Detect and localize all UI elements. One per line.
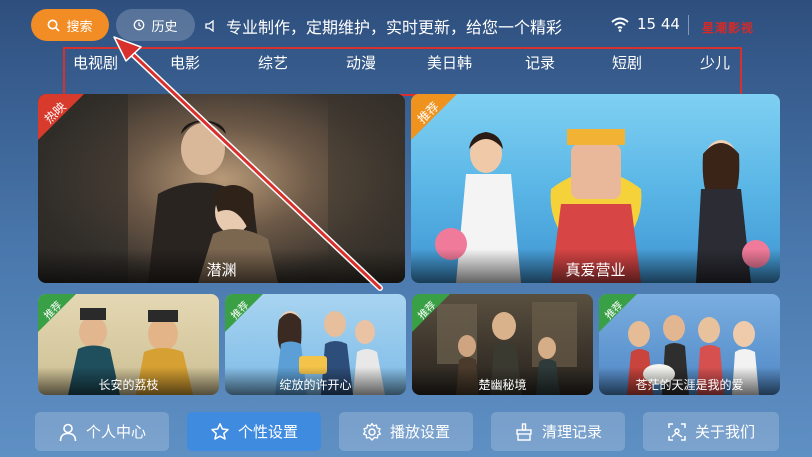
card-title: 真爱营业 [411,249,780,283]
recommend-badge: 推荐 [599,294,637,332]
recommend-card[interactable]: 推荐 楚幽秘境 [412,294,593,395]
speaker-icon [205,19,214,33]
star-icon [211,422,229,440]
clear-history-button[interactable]: 清理记录 [491,412,625,451]
nav-documentary[interactable]: 记录 [525,52,555,73]
clock-icon [134,19,145,31]
broom-icon [516,422,532,441]
badge-label: 推荐 [414,99,442,127]
nav-kids[interactable]: 少儿 [700,52,730,73]
gear-icon [362,422,382,441]
badge-label: 推荐 [42,299,65,322]
badge-label: 推荐 [603,299,626,322]
user-icon [59,423,77,441]
button-label: 个性设置 [237,423,298,441]
nav-tv[interactable]: 电视剧 [73,52,118,73]
clock-time: 15 44 [637,15,680,33]
divider [688,15,689,35]
recommend-card[interactable]: 推荐 绽放的许开心 [225,294,406,395]
featured-card[interactable]: 热映 潜渊 [38,94,405,283]
nav-variety[interactable]: 综艺 [258,52,288,73]
badge-label: 热映 [41,99,69,127]
nav-short-drama[interactable]: 短剧 [612,52,642,73]
nav-anime[interactable]: 动漫 [346,52,376,73]
personal-center-button[interactable]: 个人中心 [35,412,169,451]
nav-western-jp-kr[interactable]: 美日韩 [427,52,472,73]
recommend-card[interactable]: 推荐 长安的荔枝 [38,294,219,395]
brand-logo: 星潮影视 [702,21,755,35]
history-label: 历史 [151,19,178,35]
recommend-card[interactable]: 推荐 苍茫的天涯是我的爱 [599,294,780,395]
announcement-ticker: 专业制作，定期维护，实时更新，给您一个精彩 [204,14,600,38]
button-label: 播放设置 [389,423,450,441]
playback-settings-button[interactable]: 播放设置 [339,412,473,451]
card-title: 楚幽秘境 [412,367,593,395]
card-title: 长安的荔枝 [38,367,219,395]
featured-card[interactable]: 推荐 真爱营业 [411,94,780,283]
about-us-button[interactable]: 关于我们 [643,412,779,451]
card-title: 苍茫的天涯是我的爱 [599,367,780,395]
category-nav: 电视剧 电影 综艺 动漫 美日韩 记录 短剧 少儿 [70,52,738,78]
recommend-badge: 推荐 [225,294,263,332]
wifi-icon [611,17,629,32]
button-label: 清理记录 [541,423,602,441]
button-label: 关于我们 [694,423,755,441]
button-label: 个人中心 [85,423,146,441]
info-icon [668,422,686,441]
badge-label: 推荐 [416,299,439,322]
search-button[interactable]: 搜索 [31,9,109,41]
ticker-text: 专业制作，定期维护，实时更新，给您一个精彩 [226,18,563,37]
card-title: 潜渊 [38,249,405,283]
nav-movie[interactable]: 电影 [170,52,200,73]
search-icon [48,19,61,32]
card-title: 绽放的许开心 [225,367,406,395]
search-label: 搜索 [66,19,93,35]
badge-label: 推荐 [229,299,252,322]
recommend-badge: 推荐 [38,294,76,332]
history-button[interactable]: 历史 [116,9,195,41]
hot-badge: 热映 [38,94,84,140]
preferences-button[interactable]: 个性设置 [187,412,321,451]
recommend-badge: 推荐 [411,94,457,140]
recommend-badge: 推荐 [412,294,450,332]
